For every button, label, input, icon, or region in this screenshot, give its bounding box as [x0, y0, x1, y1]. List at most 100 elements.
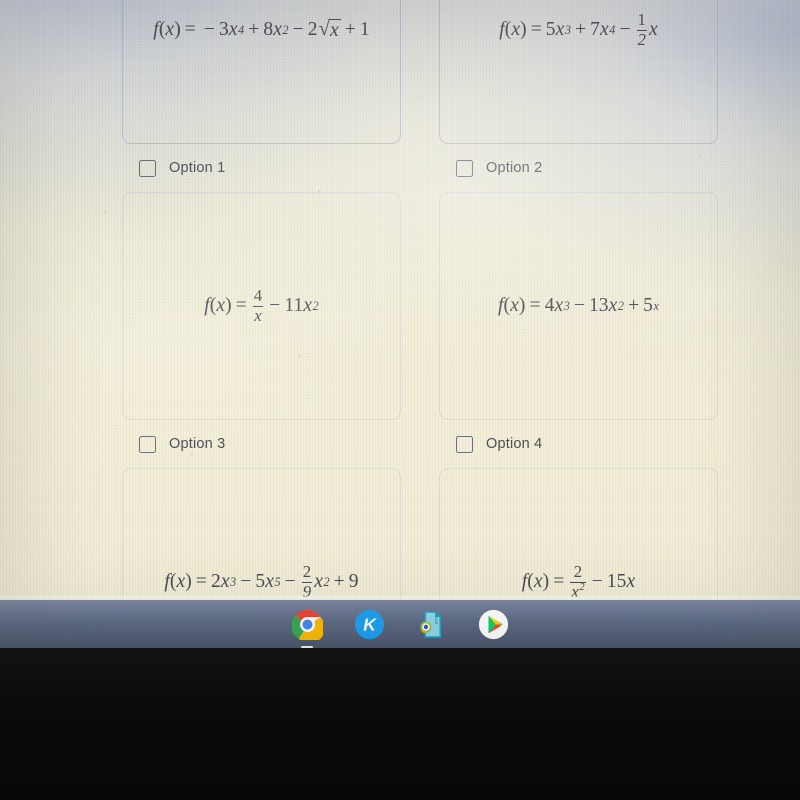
plus-4a: + [628, 295, 640, 317]
paren-close-5: ) [185, 571, 192, 593]
equals-4: = [529, 295, 541, 317]
var-x-2a: x [555, 19, 565, 41]
label-option-4: Option 4 [486, 436, 543, 452]
variable-4: x [510, 295, 519, 317]
paren-close-1: ) [174, 19, 181, 41]
var-x-4a: x [554, 295, 564, 317]
equals-6: = [553, 571, 565, 593]
checkbox-option-1[interactable] [139, 159, 156, 177]
coef-4-4: 4 [544, 295, 555, 317]
coef-5-2: 5 [545, 19, 556, 41]
shelf-item-play-store[interactable] [474, 605, 512, 643]
svg-text:GOAT: GOAT [434, 613, 439, 625]
formula-6: f(x) = 2 x2 − 15 x [522, 561, 636, 601]
plus-1b: + [344, 19, 356, 41]
option-row-4[interactable]: Option 4 [439, 420, 718, 468]
answer-cell-3: f(x) = 4x − 11 x 2 Option 3 [122, 192, 401, 468]
label-option-1: Option 1 [169, 160, 226, 176]
coef-8: 8 [263, 19, 274, 41]
formula-1: f(x) = − 3x4 + 8x2 − 2 √ x + 1 [153, 18, 370, 42]
var-x-4b: x [608, 295, 618, 317]
coef-13-4: 13 [588, 295, 609, 317]
minus-1a: − [292, 19, 304, 41]
screen-photo: f(x) = − 3x4 + 8x2 − 2 √ x + 1 Option 1 … [0, 0, 800, 800]
shelf-item-goat-doc[interactable]: GOAT [412, 605, 450, 643]
label-option-3: Option 3 [169, 436, 226, 452]
var-x-6a: x [626, 571, 636, 593]
shelf-item-chrome[interactable] [288, 605, 326, 648]
formula-card-1[interactable]: f(x) = − 3x4 + 8x2 − 2 √ x + 1 [122, 0, 401, 144]
coef-5-5: 5 [255, 571, 266, 593]
var-x-3a: x [303, 295, 313, 317]
plus-2a: + [575, 19, 587, 41]
base-5-4: 5 [643, 295, 654, 317]
frac-num-2: 1 [637, 9, 647, 29]
var-x-5b: x [265, 571, 274, 593]
var-x-2c: x [649, 19, 658, 41]
paren-close-4: ) [518, 295, 526, 317]
option-row-3[interactable]: Option 3 [122, 420, 401, 468]
equals-5: = [195, 571, 207, 593]
answer-cell-4: f(x) = 4x3 − 13 x 2 + 5x Option 4 [439, 192, 718, 468]
radicand-1: x [328, 19, 341, 42]
var-x-1a: x [228, 19, 238, 41]
option-row-1[interactable]: Option 1 [122, 144, 401, 192]
const-1: 1 [359, 19, 370, 41]
formula-2: f(x) = 5x3 + 7x4 − 12x [499, 9, 658, 49]
formula-card-2[interactable]: f(x) = 5x3 + 7x4 − 12x [439, 0, 718, 144]
taskbar-shelf[interactable]: K GOAT [0, 600, 800, 648]
fraction-2-over-x-squared: 2 x2 [570, 561, 586, 601]
answer-cell-1: f(x) = − 3x4 + 8x2 − 2 √ x + 1 Option 1 [122, 0, 401, 192]
coef-15-6: 15 [606, 571, 627, 593]
var-x-5a: x [220, 571, 230, 593]
equals-2: = [530, 19, 542, 41]
variable-3: x [216, 295, 226, 317]
paren-open-5: ( [169, 571, 177, 593]
device-bezel [0, 645, 800, 800]
coef-2-5: 2 [210, 571, 221, 593]
coef-7-2: 7 [590, 19, 601, 41]
var-x-1b: x [273, 19, 282, 41]
minus-3a: − [269, 295, 281, 317]
paren-close-6: ) [542, 571, 550, 593]
paren-open-6: ( [527, 571, 534, 593]
svg-text:K: K [363, 614, 377, 634]
option-row-2[interactable]: Option 2 [439, 144, 718, 192]
minus-2a: − [619, 19, 631, 41]
fraction-2-over-9: 29 [301, 563, 313, 601]
var-x-5c: x [314, 571, 323, 593]
checkbox-option-2[interactable] [456, 159, 473, 177]
var-x-2b: x [600, 19, 609, 41]
label-option-2: Option 2 [486, 160, 543, 176]
sign-minus-1: − [203, 19, 215, 41]
minus-5b: − [284, 571, 296, 593]
minus-4a: − [573, 295, 585, 317]
answer-grid: f(x) = − 3x4 + 8x2 − 2 √ x + 1 Option 1 … [122, 0, 718, 648]
equals-1: = [184, 19, 196, 41]
sqrt-group-1: √ x [319, 19, 341, 41]
play-store-icon [478, 609, 508, 639]
coef-11-3: 11 [284, 295, 304, 317]
fraction-half-2: 12 [636, 9, 648, 49]
const-9-5: 9 [348, 571, 359, 593]
plus-5a: + [333, 571, 345, 593]
dust-speck [104, 210, 107, 213]
checkbox-option-4[interactable] [456, 435, 473, 453]
document-search-icon: GOAT [419, 610, 441, 638]
variable-5: x [176, 571, 186, 593]
equals-3: = [235, 295, 247, 317]
formula-card-4[interactable]: f(x) = 4x3 − 13 x 2 + 5x [439, 192, 718, 420]
formula-3: f(x) = 4x − 11 x 2 [204, 285, 319, 325]
checkbox-option-3[interactable] [139, 435, 156, 453]
variable-6: x [533, 571, 543, 593]
variable-2: x [511, 19, 521, 41]
plus-1a: + [248, 19, 260, 41]
chrome-icon [291, 609, 323, 640]
fraction-4-over-x: 4x [252, 287, 264, 325]
frac-den-exp-6: 2 [579, 581, 585, 593]
frac-num-6: 2 [573, 561, 583, 581]
quiz-content: f(x) = − 3x4 + 8x2 − 2 √ x + 1 Option 1 … [122, 0, 718, 648]
shelf-item-kami[interactable]: K [350, 605, 388, 643]
coef-2-1: 2 [307, 19, 318, 41]
formula-card-3[interactable]: f(x) = 4x − 11 x 2 [122, 192, 401, 420]
